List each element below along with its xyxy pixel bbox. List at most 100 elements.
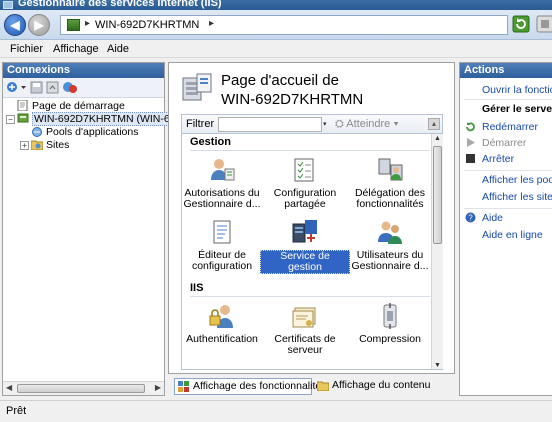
tree-item-app-pools[interactable]: Pools d'applications xyxy=(31,126,138,139)
certificates-icon xyxy=(292,307,316,328)
actions-divider xyxy=(464,208,552,209)
server-icon xyxy=(67,19,80,31)
save-icon[interactable] xyxy=(30,81,43,94)
connect-icon[interactable] xyxy=(6,81,19,94)
connections-hscrollbar[interactable]: ◀ ▶ xyxy=(3,381,164,395)
sites-folder-icon xyxy=(31,140,43,150)
connections-toolbar xyxy=(3,78,164,98)
features-vscrollbar[interactable]: ▲ ▼ xyxy=(431,134,443,369)
menu-bar: Fichier Affichage Aide xyxy=(0,40,552,58)
restart-icon xyxy=(466,122,475,132)
status-text: Prêt xyxy=(6,405,27,417)
feature-config-editor[interactable]: Éditeur de configuration xyxy=(182,218,262,272)
scroll-up-icon[interactable]: ▲ xyxy=(434,135,441,142)
window-title: Gestionnaire des services Internet (IIS) xyxy=(18,0,222,9)
scroll-thumb[interactable] xyxy=(17,384,145,393)
address-bar[interactable]: ▸ WIN-692D7KHRTMN ▸ xyxy=(60,15,508,35)
actions-panel: Actions Ouvrir la fonctionn Gérer le ser… xyxy=(459,62,552,396)
menu-fichier[interactable]: Fichier xyxy=(10,43,43,55)
filter-bar: Filtrer : ▾ ⛭ Atteindre ▾ ▴ xyxy=(181,114,443,134)
back-button[interactable]: ◀ xyxy=(4,14,26,36)
server-node-icon xyxy=(17,113,29,123)
tree-collapse-server[interactable]: − xyxy=(6,115,15,124)
group-title-gestion: Gestion xyxy=(190,136,231,148)
collapse-icon[interactable]: ▴ xyxy=(428,118,440,130)
app-icon xyxy=(3,1,13,9)
feature-compression[interactable]: Compression xyxy=(350,302,430,345)
action-view-sites[interactable]: Afficher les sites xyxy=(482,191,552,203)
up-icon[interactable] xyxy=(46,81,59,94)
scroll-down-icon[interactable]: ▼ xyxy=(434,362,441,369)
actions-divider xyxy=(464,99,552,100)
home-page-content: Page d'accueil de WIN-692D7KHRTMN Filtre… xyxy=(168,62,455,374)
scroll-right-icon[interactable]: ▶ xyxy=(155,383,161,392)
feature-users[interactable]: Utilisateurs du Gestionnaire d... xyxy=(350,218,430,272)
feature-management-service[interactable]: Service de gestion xyxy=(260,218,350,274)
server-home-icon xyxy=(182,73,212,101)
compression-icon xyxy=(383,303,397,329)
home-page-panel: Page d'accueil de WIN-692D7KHRTMN Filtre… xyxy=(168,62,455,396)
tab-features-view[interactable]: Affichage des fonctionnalités xyxy=(174,378,326,395)
stop-icon[interactable] xyxy=(536,15,552,33)
scroll-thumb[interactable] xyxy=(433,146,442,244)
feature-delegation[interactable]: Délégation des fonctionnalités xyxy=(350,156,430,210)
features-view-icon xyxy=(178,381,189,392)
breadcrumb-dropdown[interactable]: ▸ xyxy=(209,18,214,29)
scroll-left-icon[interactable]: ◀ xyxy=(6,383,12,392)
feature-shared-config[interactable]: Configuration partagée xyxy=(265,156,345,210)
action-start[interactable]: Démarrer xyxy=(482,137,526,149)
menu-aide[interactable]: Aide xyxy=(107,43,129,55)
action-open-feature[interactable]: Ouvrir la fonctionn xyxy=(482,84,552,96)
tree-item-server[interactable]: WIN-692D7KHRTMN (WIN-692D xyxy=(17,112,191,126)
page-title: Page d'accueil de WIN-692D7KHRTMN xyxy=(221,72,364,108)
content-view-icon xyxy=(317,381,329,391)
svg-text:?: ? xyxy=(468,214,473,223)
action-help[interactable]: Aide xyxy=(482,212,503,224)
tab-content-view[interactable]: Affichage du contenu xyxy=(314,378,430,395)
features-area: Gestion Autorisations du Gestionnaire d.… xyxy=(181,134,443,370)
breadcrumb-server[interactable]: WIN-692D7KHRTMN xyxy=(95,19,199,31)
feature-authorizations[interactable]: Autorisations du Gestionnaire d... xyxy=(182,156,262,210)
authentication-icon xyxy=(209,305,233,328)
connections-panel: Connexions Page de démarrage − WIN-692D7… xyxy=(2,62,191,396)
goto-button[interactable]: ⛭ Atteindre ▾ xyxy=(335,118,399,131)
action-restart[interactable]: Redémarrer xyxy=(482,121,538,133)
help-icon: ? xyxy=(465,212,476,223)
filter-input[interactable] xyxy=(218,117,322,132)
shared-config-icon xyxy=(294,158,314,182)
breadcrumb-separator: ▸ xyxy=(85,18,91,29)
action-online-help[interactable]: Aide en ligne xyxy=(482,229,543,241)
home-page-icon xyxy=(17,100,28,111)
connect-dropdown-icon[interactable] xyxy=(20,81,27,94)
feature-certificates[interactable]: Certificats de serveur xyxy=(265,302,345,356)
config-editor-icon xyxy=(213,220,231,244)
users-icon xyxy=(378,221,402,244)
tree-expand-sites[interactable]: + xyxy=(20,141,29,150)
tree-item-sites[interactable]: Sites xyxy=(31,139,69,152)
disconnect-icon[interactable] xyxy=(62,81,78,94)
binoculars-icon: ⛭ xyxy=(335,118,347,130)
connections-header: Connexions xyxy=(3,63,164,78)
authorizations-icon xyxy=(211,159,235,181)
group-divider xyxy=(190,150,430,151)
management-service-icon xyxy=(292,220,317,243)
filter-dropdown-icon[interactable]: ▾ xyxy=(323,117,331,132)
action-header-manage-server: Gérer le serveu xyxy=(482,103,552,115)
group-title-iis: IIS xyxy=(190,282,204,294)
refresh-icon[interactable] xyxy=(512,15,530,33)
forward-button[interactable]: ▶ xyxy=(28,14,50,36)
address-toolbar: ◀ ▶ ▸ WIN-692D7KHRTMN ▸ xyxy=(0,10,552,40)
actions-header: Actions xyxy=(460,63,552,78)
view-tabs: Affichage des fonctionnalités Affichage … xyxy=(168,378,455,396)
start-icon xyxy=(467,138,475,147)
feature-authentication[interactable]: Authentification xyxy=(182,302,262,345)
filter-label: Filtrer : xyxy=(186,118,221,130)
action-stop[interactable]: Arrêter xyxy=(482,153,514,165)
app-pools-icon xyxy=(32,127,42,137)
menu-affichage[interactable]: Affichage xyxy=(53,43,99,55)
action-view-pools[interactable]: Afficher les pools xyxy=(482,174,552,186)
stop-icon xyxy=(466,154,475,163)
group-divider xyxy=(190,296,430,297)
title-bar: Gestionnaire des services Internet (IIS) xyxy=(0,0,552,10)
actions-divider xyxy=(464,170,552,171)
